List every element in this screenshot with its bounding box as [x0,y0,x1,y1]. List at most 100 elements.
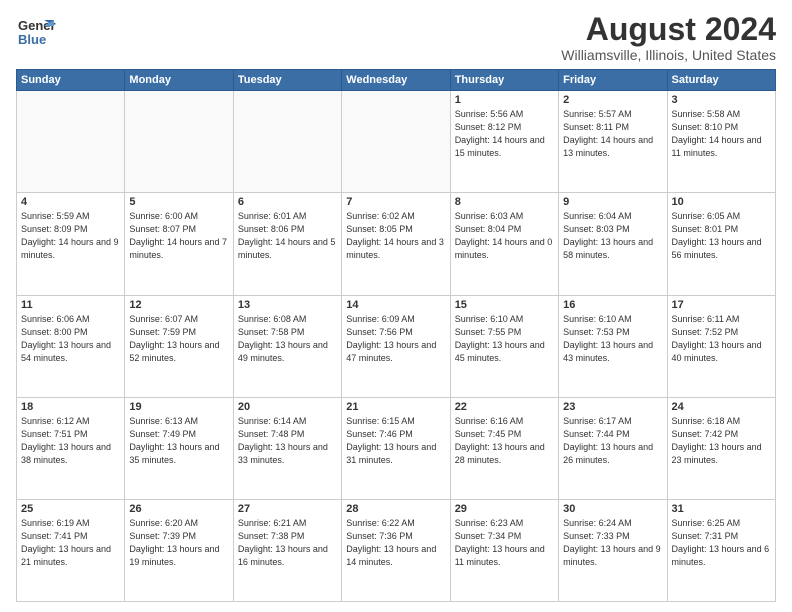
calendar-cell: 6 Sunrise: 6:01 AM Sunset: 8:06 PM Daylig… [233,193,341,295]
calendar-cell: 26 Sunrise: 6:20 AM Sunset: 7:39 PM Dayli… [125,499,233,601]
day-number: 5 [129,196,228,208]
col-monday: Monday [125,70,233,91]
day-info: Sunrise: 6:18 AM Sunset: 7:42 PM Dayligh… [672,415,771,467]
calendar-header-row: Sunday Monday Tuesday Wednesday Thursday… [17,70,776,91]
page: General Blue August 2024 Williamsville, … [0,0,792,612]
day-info: Sunrise: 6:22 AM Sunset: 7:36 PM Dayligh… [346,517,445,569]
day-info: Sunrise: 6:20 AM Sunset: 7:39 PM Dayligh… [129,517,228,569]
calendar-cell: 27 Sunrise: 6:21 AM Sunset: 7:38 PM Dayli… [233,499,341,601]
day-info: Sunrise: 6:14 AM Sunset: 7:48 PM Dayligh… [238,415,337,467]
day-info: Sunrise: 6:15 AM Sunset: 7:46 PM Dayligh… [346,415,445,467]
calendar-cell: 18Sunrise: 6:12 AM Sunset: 7:51 PM Dayli… [17,397,125,499]
day-number: 23 [563,401,662,413]
calendar-cell: 12Sunrise: 6:07 AM Sunset: 7:59 PM Dayli… [125,295,233,397]
day-info: Sunrise: 5:56 AM Sunset: 8:12 PM Dayligh… [455,108,554,160]
day-number: 21 [346,401,445,413]
calendar-cell: 21 Sunrise: 6:15 AM Sunset: 7:46 PM Dayli… [342,397,450,499]
calendar-cell: 29 Sunrise: 6:23 AM Sunset: 7:34 PM Dayli… [450,499,558,601]
calendar-cell: 17Sunrise: 6:11 AM Sunset: 7:52 PM Dayli… [667,295,775,397]
day-info: Sunrise: 6:08 AM Sunset: 7:58 PM Dayligh… [238,313,337,365]
col-wednesday: Wednesday [342,70,450,91]
calendar-cell: 10 Sunrise: 6:05 AM Sunset: 8:01 PM Dayli… [667,193,775,295]
day-number: 28 [346,503,445,515]
week-row-3: 11 Sunrise: 6:06 AM Sunset: 8:00 PM Dayli… [17,295,776,397]
calendar-cell: 16 Sunrise: 6:10 AM Sunset: 7:53 PM Dayli… [559,295,667,397]
calendar-cell: 11 Sunrise: 6:06 AM Sunset: 8:00 PM Dayli… [17,295,125,397]
day-info: Sunrise: 6:02 AM Sunset: 8:05 PM Dayligh… [346,210,445,262]
day-info: Sunrise: 6:00 AM Sunset: 8:07 PM Dayligh… [129,210,228,262]
calendar-cell: 30 Sunrise: 6:24 AM Sunset: 7:33 PM Dayli… [559,499,667,601]
day-info: Sunrise: 5:59 AM Sunset: 8:09 PM Dayligh… [21,210,120,262]
week-row-4: 18Sunrise: 6:12 AM Sunset: 7:51 PM Dayli… [17,397,776,499]
main-title: August 2024 [561,12,776,47]
week-row-2: 4 Sunrise: 5:59 AM Sunset: 8:09 PM Daylig… [17,193,776,295]
calendar-cell: 7Sunrise: 6:02 AM Sunset: 8:05 PM Daylig… [342,193,450,295]
title-block: August 2024 Williamsville, Illinois, Uni… [561,12,776,63]
calendar-cell: 20Sunrise: 6:14 AM Sunset: 7:48 PM Dayli… [233,397,341,499]
calendar-cell: 15 Sunrise: 6:10 AM Sunset: 7:55 PM Dayli… [450,295,558,397]
calendar-cell: 9 Sunrise: 6:04 AM Sunset: 8:03 PM Daylig… [559,193,667,295]
day-info: Sunrise: 6:03 AM Sunset: 8:04 PM Dayligh… [455,210,554,262]
week-row-5: 25Sunrise: 6:19 AM Sunset: 7:41 PM Dayli… [17,499,776,601]
calendar-cell: 14 Sunrise: 6:09 AM Sunset: 7:56 PM Dayli… [342,295,450,397]
calendar-cell [17,91,125,193]
day-number: 26 [129,503,228,515]
day-number: 14 [346,299,445,311]
day-info: Sunrise: 6:21 AM Sunset: 7:38 PM Dayligh… [238,517,337,569]
day-number: 11 [21,299,120,311]
day-info: Sunrise: 6:24 AM Sunset: 7:33 PM Dayligh… [563,517,662,569]
calendar-cell: 28 Sunrise: 6:22 AM Sunset: 7:36 PM Dayli… [342,499,450,601]
col-thursday: Thursday [450,70,558,91]
day-info: Sunrise: 6:09 AM Sunset: 7:56 PM Dayligh… [346,313,445,365]
day-number: 31 [672,503,771,515]
day-info: Sunrise: 6:04 AM Sunset: 8:03 PM Dayligh… [563,210,662,262]
day-info: Sunrise: 6:10 AM Sunset: 7:53 PM Dayligh… [563,313,662,365]
logo: General Blue [16,12,56,52]
calendar-cell: 24 Sunrise: 6:18 AM Sunset: 7:42 PM Dayli… [667,397,775,499]
subtitle: Williamsville, Illinois, United States [561,47,776,63]
col-sunday: Sunday [17,70,125,91]
calendar-cell [342,91,450,193]
day-info: Sunrise: 6:13 AM Sunset: 7:49 PM Dayligh… [129,415,228,467]
day-info: Sunrise: 6:16 AM Sunset: 7:45 PM Dayligh… [455,415,554,467]
calendar-cell: 8 Sunrise: 6:03 AM Sunset: 8:04 PM Daylig… [450,193,558,295]
day-number: 29 [455,503,554,515]
day-info: Sunrise: 6:23 AM Sunset: 7:34 PM Dayligh… [455,517,554,569]
day-info: Sunrise: 6:06 AM Sunset: 8:00 PM Dayligh… [21,313,120,365]
day-info: Sunrise: 6:11 AM Sunset: 7:52 PM Dayligh… [672,313,771,365]
calendar-cell: 25Sunrise: 6:19 AM Sunset: 7:41 PM Dayli… [17,499,125,601]
calendar-table: Sunday Monday Tuesday Wednesday Thursday… [16,69,776,602]
calendar-cell: 22 Sunrise: 6:16 AM Sunset: 7:45 PM Dayli… [450,397,558,499]
day-number: 16 [563,299,662,311]
logo-icon: General Blue [16,12,56,52]
day-info: Sunrise: 5:58 AM Sunset: 8:10 PM Dayligh… [672,108,771,160]
day-number: 3 [672,94,771,106]
calendar-cell: 1 Sunrise: 5:56 AM Sunset: 8:12 PM Daylig… [450,91,558,193]
day-number: 25 [21,503,120,515]
day-number: 15 [455,299,554,311]
day-number: 19 [129,401,228,413]
svg-text:Blue: Blue [18,32,46,47]
day-number: 2 [563,94,662,106]
day-number: 8 [455,196,554,208]
calendar-cell: 3 Sunrise: 5:58 AM Sunset: 8:10 PM Daylig… [667,91,775,193]
day-number: 6 [238,196,337,208]
calendar-cell [233,91,341,193]
day-number: 1 [455,94,554,106]
day-number: 24 [672,401,771,413]
day-info: Sunrise: 6:05 AM Sunset: 8:01 PM Dayligh… [672,210,771,262]
day-number: 30 [563,503,662,515]
day-number: 10 [672,196,771,208]
calendar-cell: 31 Sunrise: 6:25 AM Sunset: 7:31 PM Dayli… [667,499,775,601]
day-info: Sunrise: 6:25 AM Sunset: 7:31 PM Dayligh… [672,517,771,569]
day-info: Sunrise: 6:07 AM Sunset: 7:59 PM Dayligh… [129,313,228,365]
day-info: Sunrise: 6:01 AM Sunset: 8:06 PM Dayligh… [238,210,337,262]
col-friday: Friday [559,70,667,91]
day-number: 22 [455,401,554,413]
day-number: 4 [21,196,120,208]
day-info: Sunrise: 5:57 AM Sunset: 8:11 PM Dayligh… [563,108,662,160]
day-number: 9 [563,196,662,208]
day-number: 13 [238,299,337,311]
day-info: Sunrise: 6:10 AM Sunset: 7:55 PM Dayligh… [455,313,554,365]
day-number: 27 [238,503,337,515]
